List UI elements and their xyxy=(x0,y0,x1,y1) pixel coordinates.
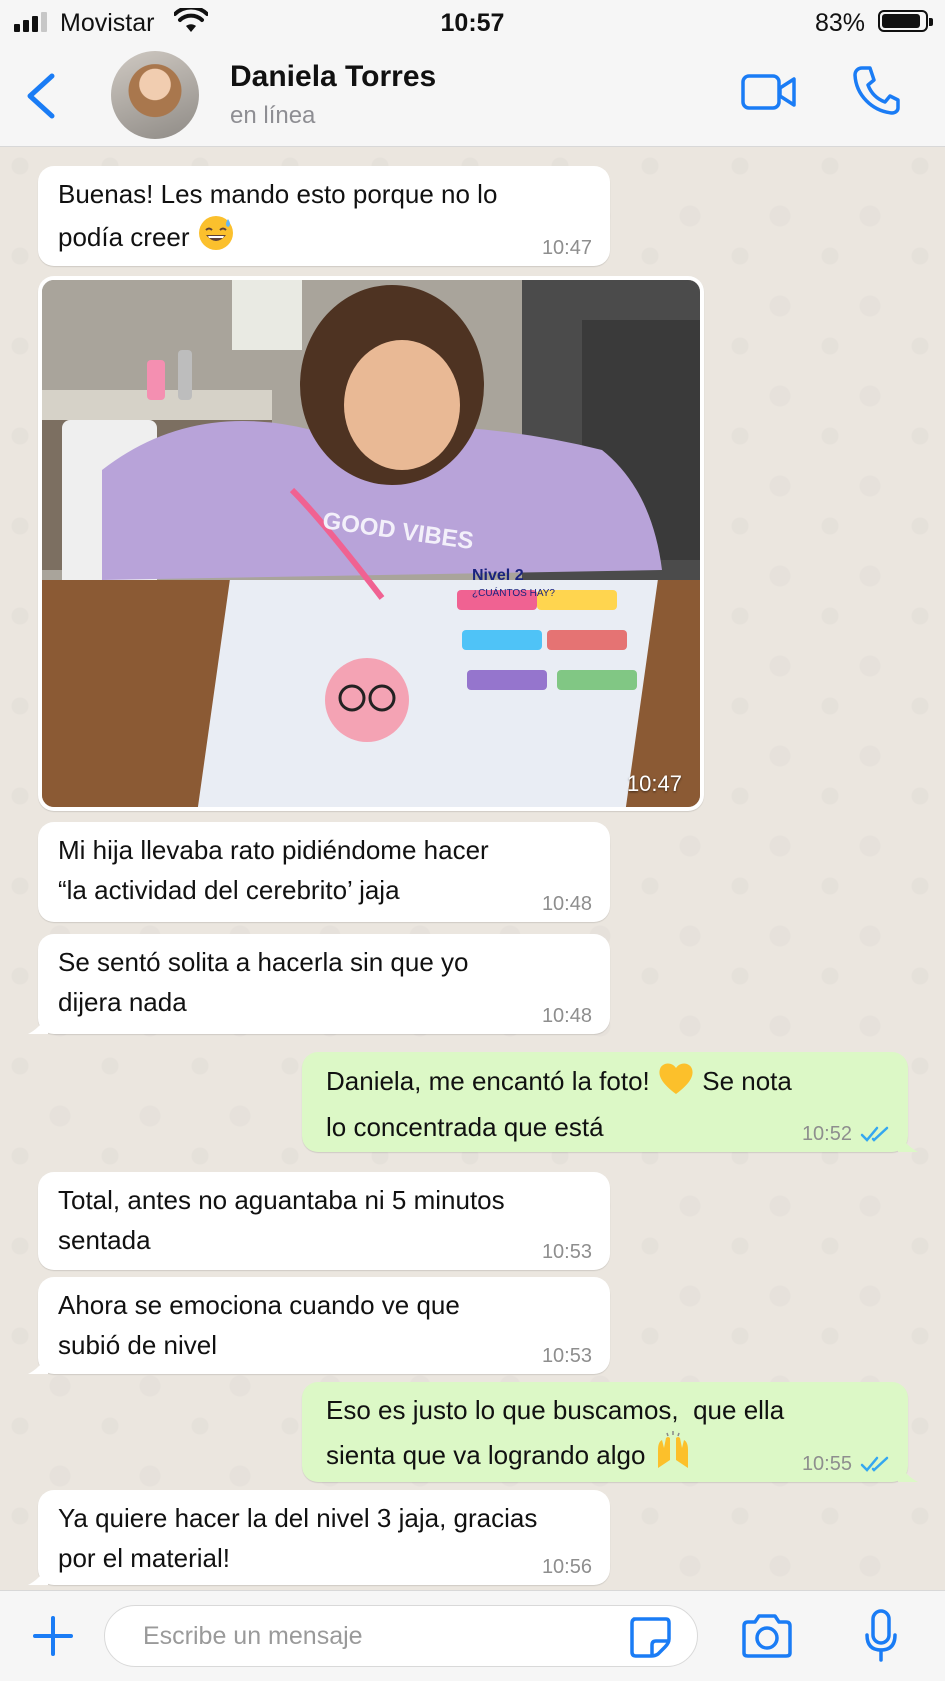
status-bar: Movistar 10:57 83% xyxy=(0,0,945,46)
message-text-line: por el material! xyxy=(58,1543,230,1573)
incoming-message[interactable]: Ahora se emociona cuando ve que subió de… xyxy=(28,1277,610,1374)
bubble-tail xyxy=(28,1565,48,1585)
back-button[interactable] xyxy=(22,68,62,124)
camera-button[interactable] xyxy=(740,1613,794,1659)
photo-worksheet-subtitle: ¿CUÁNTOS HAY? xyxy=(472,586,555,599)
bubble-tail xyxy=(28,1354,48,1374)
message-text-line: dijera nada xyxy=(58,987,187,1017)
message-text: Se nota xyxy=(702,1066,792,1096)
incoming-message[interactable]: Mi hija llevaba rato pidiéndome hacer “l… xyxy=(38,822,610,922)
read-receipt-icon xyxy=(860,1126,889,1142)
photo-illustration: Nivel 2 ¿CUÁNTOS HAY? GOOD VIBES xyxy=(42,280,700,807)
video-call-button[interactable] xyxy=(740,68,798,116)
incoming-message[interactable]: Buenas! Les mando esto porque no lo podí… xyxy=(38,166,610,266)
outgoing-message[interactable]: Daniela, me encantó la foto! Se nota lo … xyxy=(302,1052,918,1152)
photo-message[interactable]: Nivel 2 ¿CUÁNTOS HAY? GOOD VIBES 10:47 xyxy=(38,276,704,811)
photo-worksheet-title: Nivel 2 xyxy=(472,567,524,584)
message-text-line: “la actividad del cerebrito’ jaja xyxy=(58,875,400,905)
message-text-line: podía creer xyxy=(58,214,590,263)
voice-call-button[interactable] xyxy=(852,64,900,116)
message-time: 10:53 xyxy=(541,1345,592,1367)
contact-name[interactable]: Daniela Torres xyxy=(230,60,436,94)
incoming-message[interactable]: Total, antes no aguantaba ni 5 minutos s… xyxy=(38,1172,610,1270)
message-time: 10:56 xyxy=(541,1556,592,1578)
message-time: 10:53 xyxy=(541,1241,592,1263)
battery-icon xyxy=(878,10,933,32)
message-text-line: Mi hija llevaba rato pidiéndome hacer xyxy=(58,835,489,865)
incoming-message[interactable]: Se sentó solita a hacerla sin que yo dij… xyxy=(28,934,610,1034)
message-text-line: Ahora se emociona cuando ve que xyxy=(58,1290,460,1320)
message-text-line: Buenas! Les mando esto porque no lo xyxy=(58,179,498,209)
microphone-button[interactable] xyxy=(864,1609,898,1663)
message-text: podía creer xyxy=(58,222,190,252)
message-text-line: Ya quiere hacer la del nivel 3 jaja, gra… xyxy=(58,1503,538,1533)
message-text-line: Total, antes no aguantaba ni 5 minutos xyxy=(58,1185,505,1215)
incoming-message[interactable]: Ya quiere hacer la del nivel 3 jaja, gra… xyxy=(28,1490,610,1585)
contact-status: en línea xyxy=(230,102,316,129)
message-text-line: Daniela, me encantó la foto! Se nota xyxy=(326,1060,888,1107)
message-text-line: Se sentó solita a hacerla sin que yo xyxy=(58,947,469,977)
sweat-smile-emoji xyxy=(197,214,235,263)
bubble-tail xyxy=(898,1132,918,1152)
message-text: Daniela, me encantó la foto! xyxy=(326,1066,650,1096)
message-time: 10:48 xyxy=(541,893,592,915)
yellow-heart-emoji xyxy=(657,1060,695,1107)
sticker-icon[interactable] xyxy=(628,1615,672,1659)
battery-percentage: 83% xyxy=(814,9,865,37)
message-time: 10:48 xyxy=(541,1005,592,1027)
message-text-line: Eso es justo lo que buscamos, que ella xyxy=(326,1395,785,1425)
attach-plus-button[interactable] xyxy=(32,1615,74,1657)
composer-bar xyxy=(0,1590,945,1681)
message-text-line: sentada xyxy=(58,1225,151,1255)
bubble-tail xyxy=(898,1462,918,1482)
chat-header: Daniela Torres en línea xyxy=(0,46,945,147)
raising-hands-emoji xyxy=(653,1430,693,1481)
message-time: 10:55 xyxy=(801,1453,852,1475)
status-clock: 10:57 xyxy=(440,9,505,37)
message-text-line: subió de nivel xyxy=(58,1330,217,1360)
message-input[interactable] xyxy=(104,1605,698,1667)
message-time: 10:52 xyxy=(801,1123,852,1145)
read-receipt-icon xyxy=(860,1456,889,1472)
contact-avatar[interactable] xyxy=(111,51,199,139)
outgoing-message[interactable]: Eso es justo lo que buscamos, que ella s… xyxy=(302,1382,918,1482)
message-time: 10:47 xyxy=(541,237,592,259)
bubble-tail xyxy=(28,1014,48,1034)
message-text: sienta que va logrando algo xyxy=(326,1440,646,1470)
photo-image[interactable]: Nivel 2 ¿CUÁNTOS HAY? GOOD VIBES 10:47 xyxy=(42,280,700,807)
photo-time: 10:47 xyxy=(626,771,682,796)
